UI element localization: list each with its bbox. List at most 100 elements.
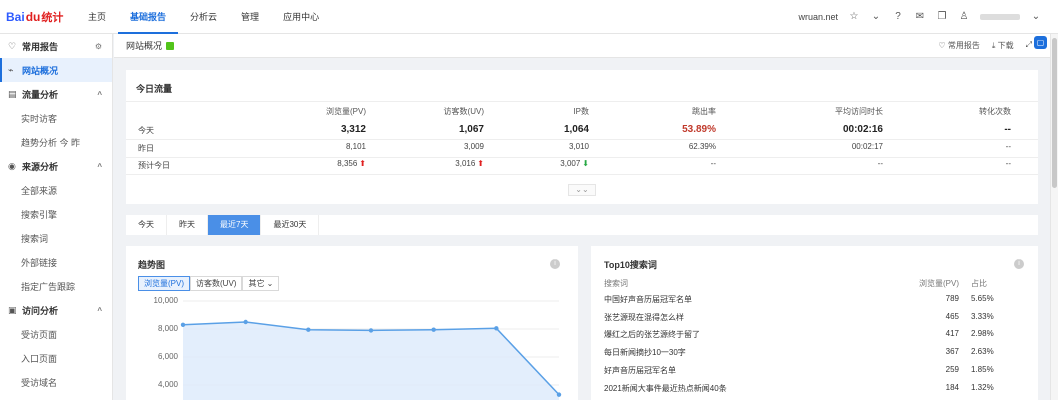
chevron-down-icon[interactable]: ⌄ [870,11,882,23]
data-point[interactable] [494,326,499,331]
sidebar-item[interactable]: ◉ 来源分析 ^ [0,154,112,178]
date-range-tab[interactable]: 最近7天 [208,215,262,235]
sidebar-item[interactable]: 趋势分析 今 昨 [0,130,112,154]
sidebar-item[interactable]: 受访域名 [0,370,112,394]
top-nav-item[interactable]: 主页 [76,0,118,34]
favorite-report-button[interactable]: ♡ 常用报告 [938,40,979,51]
chevron-down-icon[interactable]: ⌄ [1030,11,1042,23]
metric-value: 1,064 [459,124,589,135]
sidebar-item[interactable]: 指定广告跟踪 [0,274,112,298]
baidu-tongji-logo[interactable]: Bai du 统计 [0,0,70,34]
y-tick-label: 8,000 [157,324,178,333]
top-nav-item[interactable]: 应用中心 [271,0,331,34]
copy-icon[interactable]: ❐ [936,11,948,23]
keyword-cell[interactable]: 中国好声音历届冠军名单 [604,294,692,305]
sidebar-item-label: 受访域名 [21,377,58,388]
metric-value: -- [881,159,1011,168]
feedback-icon[interactable]: ▢ [1034,36,1047,49]
metric-header: 平均访问时长 [835,107,883,116]
info-icon[interactable]: i [1014,259,1024,269]
top-nav-item[interactable]: 管理 [229,0,271,34]
date-range-tab[interactable]: 昨天 [167,215,208,235]
share-cell: 5.65% [971,294,994,303]
logo-text: Bai [6,9,25,24]
sidebar-item[interactable]: 受访页面 [0,322,112,346]
series-area [183,322,559,400]
metric-value: 3,010 [459,142,589,151]
sidebar-item[interactable]: ⌁ 网站概况 [0,58,112,82]
sidebar-item[interactable]: 外部链接 [0,250,112,274]
pv-cell: 465 [945,311,959,321]
mail-icon[interactable]: ✉ [914,11,926,23]
data-point[interactable] [368,328,374,333]
collapse-icon[interactable]: ^ [97,306,102,315]
sidebar-item[interactable]: 入口页面 [0,346,112,370]
top10-title: Top10搜索词 [604,260,657,270]
data-point[interactable] [243,319,248,325]
sidebar-item[interactable]: 搜索词 [0,226,112,250]
sidebar-item[interactable]: 全部来源 [0,178,112,202]
trend-panel: 趋势图 浏览量(PV) 访客数(UV) 其它 ⌄ i 4,000 6,000 8,000… [126,246,578,400]
top-nav-item[interactable]: 基础报告 [118,0,179,34]
metric-value: 8,356 ⬆ [236,159,366,168]
download-button[interactable]: ⤓ 下载 [992,40,1014,51]
top-nav-item[interactable]: 分析云 [178,0,229,34]
sidebar-item-label: 受访页面 [21,329,58,340]
data-point[interactable] [556,392,562,397]
today-traffic-title: 今日流量 [136,84,173,94]
sidebar-item[interactable]: 搜索引擎 [0,202,112,226]
flow-icon: ▤ [8,88,17,99]
keyword-cell[interactable]: 每日新闻摘抄10一30字 [604,347,686,358]
collapse-icon[interactable]: ^ [97,162,102,171]
data-point[interactable] [180,322,186,327]
data-point[interactable] [431,327,436,332]
heart-icon: ♡ [8,40,17,51]
collapse-icon[interactable]: ^ [97,90,102,99]
metric-value-text: -- [1005,142,1011,151]
share-cell: 1.32% [971,382,994,392]
date-range-tab[interactable]: 最近30天 [261,215,320,235]
metric-value-text: 62.39% [688,142,716,151]
metric-value-text: -- [710,159,716,168]
row-label: 昨日 [138,144,154,153]
visit-icon: ▣ [8,304,17,315]
expand-icon[interactable]: ⤢ [1026,40,1032,51]
keyword-cell[interactable]: 爆红之后的张艺源终于留了 [604,329,700,340]
date-range-tab[interactable]: 今天 [126,215,167,235]
settings-icon[interactable]: ⚙ [95,42,102,51]
status-badge [166,41,175,50]
sidebar-item[interactable]: ▣ 访问分析 ^ [0,298,112,322]
metric-value: 3,312 [236,124,366,135]
sidebar-item-label: 外部链接 [21,257,58,268]
help-icon[interactable]: ? [892,11,904,23]
keyword-cell[interactable]: 2021新闻大事件最近热点新闻40条 [604,383,727,394]
metric-value: -- [753,159,883,168]
site-selector[interactable]: wruan.net [798,12,838,22]
metric-value-text: 53.89% [682,124,716,135]
metric-value-text: 00:02:17 [851,142,883,151]
divider [126,174,1038,175]
scrollbar-thumb[interactable] [1052,38,1057,188]
source-icon: ◉ [8,160,16,171]
sidebar-item[interactable]: 实时访客 [0,106,112,130]
expand-toggle[interactable]: ⌄⌄ [568,184,596,196]
metric-header: 跳出率 [692,107,716,116]
data-point[interactable] [306,327,311,332]
logo-paw: du [25,9,41,24]
pv-cell: 417 [945,329,959,339]
keyword-cell[interactable]: 好声音历届冠军名单 [604,365,676,376]
metric-value-text: 3,007 [560,159,581,168]
sidebar-item[interactable]: ▤ 流量分析 ^ [0,82,112,106]
y-tick-label: 10,000 [153,296,178,305]
divider [126,157,1038,158]
user-icon[interactable]: ♙ [958,11,970,23]
today-traffic-panel: 今日流量 ⌄⌄ 浏览量(PV) 访客数(UV) IP数 跳出率 平均访问时长 转化次数 今天… [126,70,1038,204]
page-scrollbar[interactable] [1050,34,1058,400]
username-masked[interactable] [980,13,1020,20]
pv-cell: 367 [945,347,959,357]
star-icon[interactable]: ☆ [848,11,860,23]
pv-cell: 184 [945,382,959,392]
metric-value: -- [881,142,1011,151]
sidebar-item[interactable]: ♡ 常用报告 ⚙ [0,34,112,58]
keyword-cell[interactable]: 张艺源现在混得怎么样 [604,312,684,323]
